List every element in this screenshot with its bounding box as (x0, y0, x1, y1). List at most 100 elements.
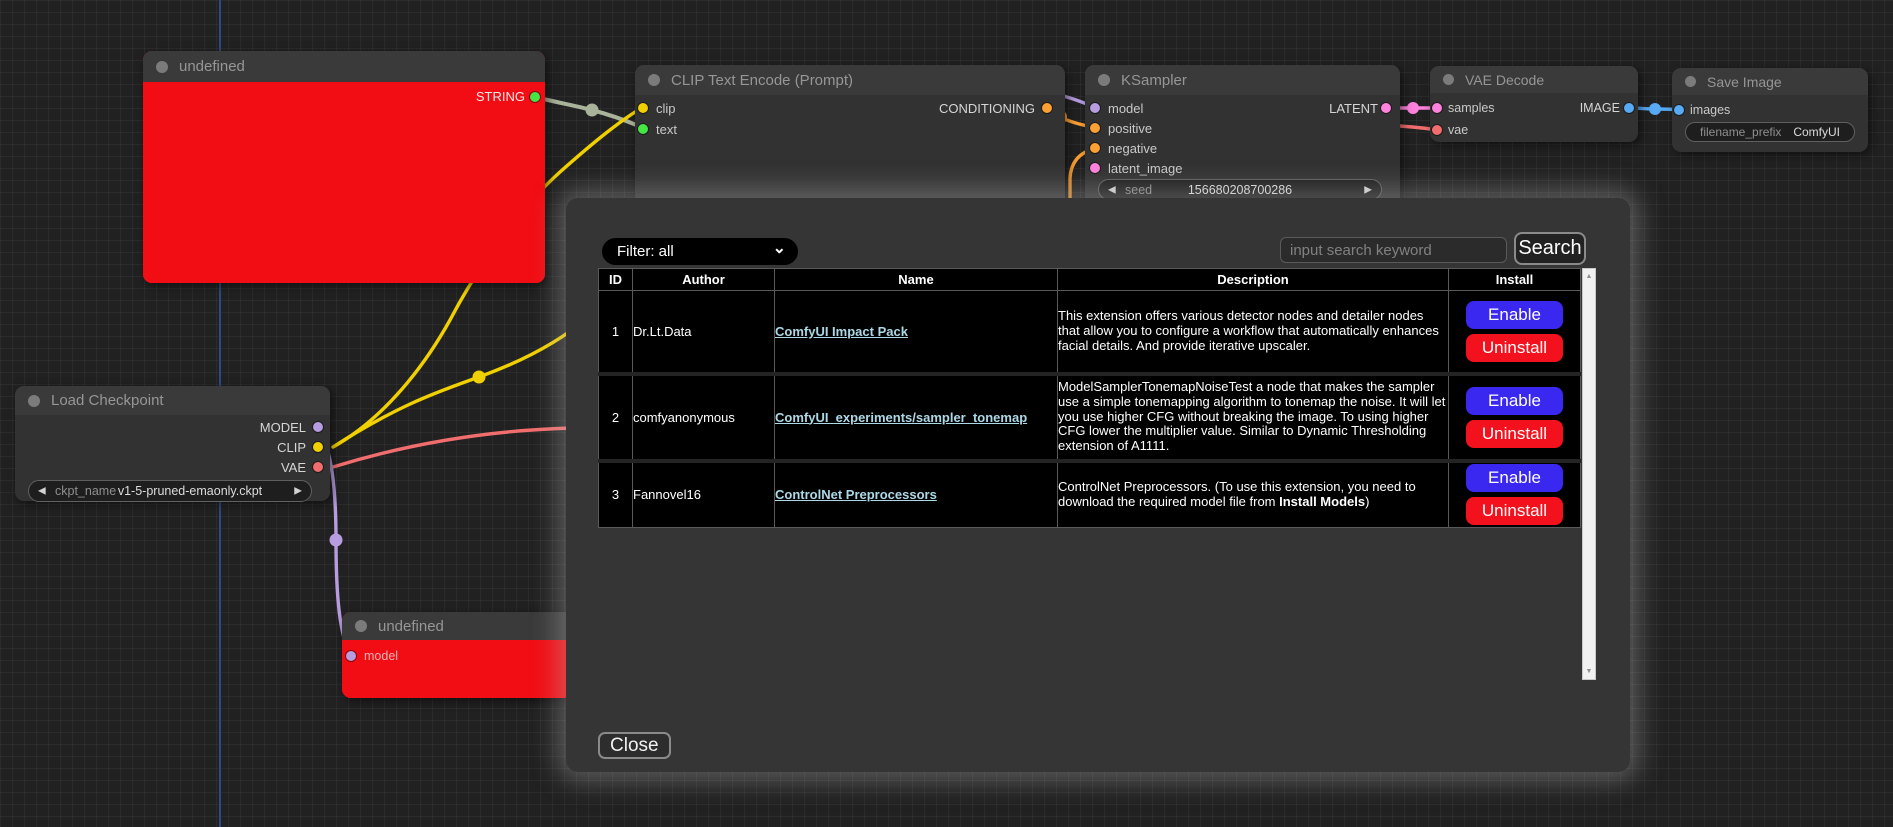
port-image-output[interactable] (1624, 103, 1634, 113)
node-title: KSampler (1121, 72, 1187, 89)
filter-select-wrap: Filter: all ⌄ (602, 238, 798, 265)
close-button[interactable]: Close (598, 732, 671, 759)
port-clip-output[interactable] (313, 442, 323, 452)
output-label-clip: CLIP (277, 440, 306, 455)
seed-widget[interactable]: ◀ seed 156680208700286 ▶ (1098, 179, 1382, 200)
node-save-image-header[interactable]: Save Image (1672, 68, 1868, 95)
port-images-input[interactable] (1674, 105, 1684, 115)
table-scrollbar[interactable]: ▲ ▼ (1582, 268, 1596, 680)
node-undefined-bottom-header[interactable]: undefined (342, 612, 572, 640)
cell-id: 2 (599, 374, 633, 461)
port-model-input[interactable] (1090, 103, 1100, 113)
collapse-dot-icon[interactable] (1098, 74, 1110, 86)
enable-button[interactable]: Enable (1466, 387, 1563, 415)
extension-link[interactable]: ComfyUI_experiments/sampler_tonemap (775, 410, 1027, 425)
collapse-dot-icon[interactable] (1443, 74, 1454, 85)
node-load-checkpoint-header[interactable]: Load Checkpoint (15, 386, 330, 415)
reroute-dot-string (586, 104, 599, 117)
output-label-latent: LATENT (1329, 101, 1378, 116)
cell-name: ComfyUI_experiments/sampler_tonemap (775, 374, 1058, 461)
node-undefined-top[interactable]: undefined STRING (143, 51, 545, 283)
extension-link[interactable]: ControlNet Preprocessors (775, 487, 937, 502)
input-label-positive: positive (1108, 121, 1152, 136)
port-conditioning-output[interactable] (1042, 103, 1052, 113)
col-header-install: Install (1449, 269, 1581, 291)
cell-description: ControlNet Preprocessors. (To use this e… (1058, 461, 1449, 528)
port-text-input[interactable] (638, 124, 648, 134)
port-vae-input[interactable] (1432, 125, 1442, 135)
increment-arrow-icon[interactable]: ▶ (1364, 184, 1372, 195)
filename-prefix-widget[interactable]: filename_prefix ComfyUI (1685, 122, 1855, 142)
extension-manager-dialog: Filter: all ⌄ Search ID Author Name Desc… (566, 198, 1630, 772)
port-clip-input[interactable] (638, 103, 648, 113)
extension-link[interactable]: ComfyUI Impact Pack (775, 324, 908, 339)
ckpt-name-value[interactable]: v1-5-pruned-emaonly.ckpt (29, 484, 311, 498)
next-arrow-icon[interactable]: ▶ (294, 486, 302, 497)
uninstall-button[interactable]: Uninstall (1466, 497, 1563, 525)
seed-widget-value[interactable]: 156680208700286 (1099, 183, 1381, 197)
cell-author: Dr.Lt.Data (633, 291, 775, 374)
table-row: 3 Fannovel16 ControlNet Preprocessors Co… (599, 461, 1581, 528)
output-label-model: MODEL (260, 420, 306, 435)
table-row: 1 Dr.Lt.Data ComfyUI Impact Pack This ex… (599, 291, 1581, 374)
cell-description: ModelSamplerTonemapNoiseTest a node that… (1058, 374, 1449, 461)
filename-prefix-label: filename_prefix (1700, 125, 1781, 139)
cell-name: ControlNet Preprocessors (775, 461, 1058, 528)
comfyui-canvas[interactable]: undefined STRING CLIP Text Encode (Promp… (0, 0, 1893, 827)
output-label-vae: VAE (281, 460, 306, 475)
collapse-dot-icon[interactable] (1685, 76, 1696, 87)
port-model-output[interactable] (313, 422, 323, 432)
uninstall-button[interactable]: Uninstall (1466, 334, 1563, 362)
collapse-dot-icon[interactable] (648, 74, 660, 86)
port-latent-image-input[interactable] (1090, 163, 1100, 173)
node-undefined-bottom[interactable]: undefined model (342, 612, 572, 698)
search-button[interactable]: Search (1514, 232, 1586, 265)
filename-prefix-value[interactable]: ComfyUI (1793, 125, 1840, 139)
port-negative-input[interactable] (1090, 143, 1100, 153)
table-row: 2 comfyanonymous ComfyUI_experiments/sam… (599, 374, 1581, 461)
scroll-down-icon[interactable]: ▼ (1583, 668, 1595, 675)
node-title: CLIP Text Encode (Prompt) (671, 72, 853, 89)
scroll-up-icon[interactable]: ▲ (1583, 273, 1595, 280)
col-header-id: ID (599, 269, 633, 291)
port-model-input[interactable] (346, 651, 356, 661)
node-undefined-top-header[interactable]: undefined (143, 51, 545, 82)
node-vae-decode[interactable]: VAE Decode samples vae IMAGE (1430, 66, 1638, 142)
port-samples-input[interactable] (1432, 103, 1442, 113)
node-vae-decode-header[interactable]: VAE Decode (1430, 66, 1638, 93)
wire-string-to-text (535, 97, 643, 128)
reroute-dot-latent (1407, 102, 1419, 114)
col-header-name: Name (775, 269, 1058, 291)
enable-button[interactable]: Enable (1466, 301, 1563, 329)
node-title: undefined (378, 618, 444, 635)
port-string-output[interactable] (530, 92, 540, 102)
port-positive-input[interactable] (1090, 123, 1100, 133)
enable-button[interactable]: Enable (1466, 464, 1563, 492)
node-ksampler-header[interactable]: KSampler (1085, 65, 1400, 95)
node-load-checkpoint[interactable]: Load Checkpoint MODEL CLIP VAE ◀ ckpt_na… (15, 386, 330, 501)
cell-install: Enable Uninstall (1449, 461, 1581, 528)
cell-id: 3 (599, 461, 633, 528)
input-label-clip: clip (656, 101, 676, 116)
reroute-dot-clip (473, 371, 486, 384)
node-title: undefined (179, 58, 245, 75)
input-label-samples: samples (1448, 101, 1495, 115)
port-latent-output[interactable] (1381, 103, 1391, 113)
wire-clip-to-hidden-encode (333, 330, 572, 447)
extension-table-scroll-area[interactable]: ID Author Name Description Install 1 Dr.… (598, 268, 1596, 680)
node-save-image[interactable]: Save Image images filename_prefix ComfyU… (1672, 68, 1868, 152)
filter-select[interactable]: Filter: all (602, 238, 798, 265)
col-header-description: Description (1058, 269, 1449, 291)
cell-id: 1 (599, 291, 633, 374)
output-label-conditioning: CONDITIONING (939, 101, 1035, 116)
collapse-dot-icon[interactable] (28, 395, 40, 407)
input-label-text: text (656, 122, 677, 137)
search-input[interactable] (1280, 237, 1507, 263)
collapse-dot-icon[interactable] (156, 61, 168, 73)
port-vae-output[interactable] (313, 462, 323, 472)
collapse-dot-icon[interactable] (355, 620, 367, 632)
input-label-model: model (364, 649, 398, 663)
node-clip-text-encode-header[interactable]: CLIP Text Encode (Prompt) (635, 65, 1065, 95)
ckpt-name-widget[interactable]: ◀ ckpt_name v1-5-pruned-emaonly.ckpt ▶ (28, 480, 312, 502)
uninstall-button[interactable]: Uninstall (1466, 420, 1563, 448)
